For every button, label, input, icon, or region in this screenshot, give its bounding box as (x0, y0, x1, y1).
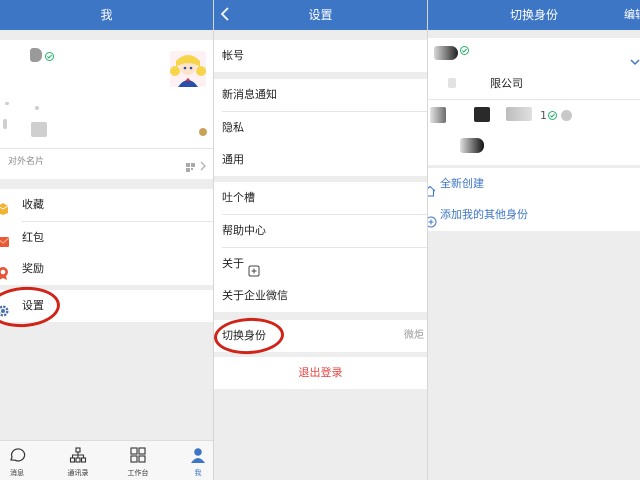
workbench-icon (129, 446, 147, 464)
settings-item-general[interactable]: 通用 (214, 144, 427, 176)
tab-messages[interactable]: 消息 (0, 441, 42, 480)
divider (0, 148, 213, 149)
profile-card[interactable]: 对外名片 (0, 40, 213, 179)
me-navbar: 我 (0, 0, 213, 30)
blurred-text (448, 78, 456, 88)
settings-item-label: 吐个槽 (222, 191, 255, 204)
logout-button[interactable]: 退出登录 (214, 357, 427, 389)
blurred-text (474, 107, 490, 122)
tab-label: 我 (194, 469, 202, 477)
tab-label: 消息 (10, 469, 24, 477)
verified-check-icon (460, 46, 469, 55)
settings-item-label: 帐号 (222, 49, 244, 62)
settings-item-feedback[interactable]: 吐个槽 (214, 182, 427, 214)
verified-check-icon (548, 111, 557, 120)
message-icon (8, 446, 26, 464)
blurred-text (5, 102, 9, 105)
menu-item-label: 收藏 (22, 198, 44, 211)
home-icon (428, 178, 436, 197)
badge-number: 1 (540, 109, 547, 122)
identity-item-company[interactable]: 限公司 (428, 68, 640, 100)
identity-item-other[interactable]: 1 (428, 100, 640, 132)
badge-medal-icon (199, 128, 207, 136)
menu-item-label: 红包 (22, 231, 44, 244)
me-panel: 我 对外名片 收藏 红包 奖励 设置 消息 通讯录 工作台 我 (0, 0, 213, 480)
back-arrow-icon[interactable] (220, 0, 230, 30)
menu-item-red-packet[interactable]: 红包 (0, 222, 213, 254)
reward-icon (0, 261, 10, 280)
menu-item-favorites[interactable]: 收藏 (0, 189, 213, 221)
current-identity-value: 微炬 (404, 330, 424, 341)
switch-identity-panel: 切换身份 编辑 限公司 1 (427, 0, 640, 480)
tab-label: 通讯录 (67, 469, 89, 477)
add-identity-button[interactable]: 添加我的其他身份 (428, 199, 640, 231)
settings-item-about-wework[interactable]: 关于企业微信 (214, 280, 427, 312)
tab-me[interactable]: 我 (173, 441, 213, 480)
settings-item-label: 关于企业微信 (222, 289, 288, 302)
settings-item-label: 通用 (222, 153, 244, 166)
create-new-button[interactable]: 全新创建 (428, 168, 640, 200)
identity-item-personal[interactable] (428, 131, 640, 163)
business-card-label[interactable]: 对外名片 (8, 150, 44, 174)
tab-label: 工作台 (127, 469, 149, 477)
plus-box-icon (248, 258, 260, 277)
settings-item-label: 新消息通知 (222, 88, 277, 101)
chevron-right-icon (200, 156, 206, 171)
blurred-text (31, 122, 47, 137)
tab-contacts[interactable]: 通讯录 (53, 441, 103, 480)
settings-item-help[interactable]: 帮助中心 (214, 215, 427, 247)
screenshot-root: 我 对外名片 收藏 红包 奖励 设置 消息 通讯录 工作台 我 设置 帐号 新消… (0, 0, 640, 480)
avatar[interactable] (170, 51, 206, 87)
settings-item-label: 隐私 (222, 121, 244, 134)
company-name-suffix: 限公司 (490, 77, 523, 90)
switch-identity-navbar: 切换身份 编辑 (428, 0, 640, 30)
edit-button[interactable]: 编辑 (624, 0, 640, 30)
page-title: 切换身份 (509, 8, 558, 22)
favorites-icon (0, 197, 10, 215)
blurred-name (460, 138, 484, 153)
verified-check-icon (45, 52, 54, 61)
settings-panel: 设置 帐号 新消息通知 隐私 通用 吐个槽 帮助中心 关于 关于企业微信 切换身… (213, 0, 427, 480)
settings-item-label: 关于 (222, 257, 244, 270)
identity-item-current[interactable] (428, 38, 640, 68)
menu-item-label: 奖励 (22, 262, 44, 275)
settings-item-privacy[interactable]: 隐私 (214, 112, 427, 144)
page-title: 设置 (308, 8, 333, 22)
blurred-text (430, 107, 446, 123)
settings-item-account[interactable]: 帐号 (214, 40, 427, 72)
contacts-icon (69, 446, 87, 464)
blurred-name (30, 48, 42, 62)
checkmark-icon (630, 47, 640, 66)
create-new-label: 全新创建 (440, 177, 484, 190)
plus-circle-icon (428, 209, 437, 228)
add-identity-label: 添加我的其他身份 (440, 208, 528, 221)
menu-item-reward[interactable]: 奖励 (0, 253, 213, 285)
help-circle-icon (561, 110, 572, 121)
settings-navbar: 设置 (214, 0, 427, 30)
me-icon (189, 446, 207, 464)
tab-workbench[interactable]: 工作台 (113, 441, 163, 480)
logout-label: 退出登录 (298, 366, 343, 379)
settings-item-notification[interactable]: 新消息通知 (214, 79, 427, 111)
page-title: 我 (100, 8, 113, 22)
settings-item-about[interactable]: 关于 (214, 248, 427, 280)
blurred-text (35, 106, 39, 110)
bottom-tab-bar: 消息 通讯录 工作台 我 (0, 440, 213, 480)
blurred-text (506, 107, 532, 121)
blurred-text (3, 119, 7, 129)
red-packet-icon (0, 230, 10, 247)
qrcode-icon[interactable] (186, 157, 195, 172)
settings-item-label: 帮助中心 (222, 224, 266, 237)
blurred-name (434, 46, 458, 60)
